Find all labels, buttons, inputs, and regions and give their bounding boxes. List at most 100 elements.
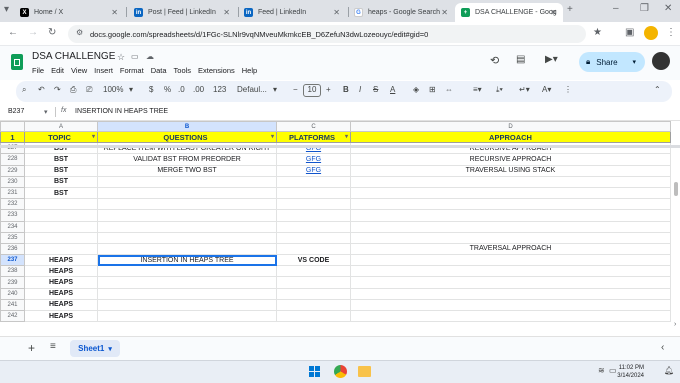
row-header[interactable]: 231 — [0, 186, 25, 200]
increase-decimal-button[interactable]: .00 — [193, 85, 204, 94]
cell-question[interactable] — [97, 265, 277, 278]
menu-data[interactable]: Data — [151, 66, 167, 75]
chevron-down-icon[interactable]: ▾ — [632, 58, 636, 66]
select-all-corner[interactable] — [0, 121, 25, 132]
address-bar[interactable]: ⚙ docs.google.com/spreadsheets/d/1FGc-SL… — [68, 25, 602, 43]
row-header[interactable]: 232 — [0, 198, 25, 211]
minimize-icon[interactable]: – — [613, 3, 619, 14]
cell-platform[interactable] — [276, 309, 351, 323]
column-header-d[interactable]: D — [350, 121, 671, 132]
number-format-button[interactable]: 123 — [213, 85, 226, 94]
cell-approach[interactable] — [350, 209, 671, 222]
cell-platform[interactable]: VS CODE — [276, 254, 351, 267]
add-sheet-icon[interactable]: + — [28, 341, 35, 355]
paint-format-icon[interactable]: ⎚ — [86, 85, 92, 95]
decrease-decimal-button[interactable]: .0 — [178, 85, 185, 94]
cell-platform[interactable] — [276, 186, 351, 200]
cell-platform[interactable] — [276, 209, 351, 222]
close-icon[interactable]: ✕ — [111, 8, 118, 17]
menu-insert[interactable]: Insert — [94, 66, 113, 75]
text-color-button[interactable]: A — [390, 85, 395, 94]
cell-question[interactable] — [97, 276, 277, 289]
cell-platform[interactable] — [276, 231, 351, 244]
font-size-input[interactable]: 10 — [303, 84, 321, 97]
comments-icon[interactable]: ▤ — [516, 54, 525, 65]
menu-view[interactable]: View — [71, 66, 87, 75]
cell-approach[interactable] — [350, 298, 671, 312]
merge-cells-icon[interactable]: ⇔ — [445, 85, 453, 94]
menu-help[interactable]: Help — [242, 66, 257, 75]
cell-topic[interactable]: BST — [24, 153, 98, 166]
fill-color-icon[interactable]: ◈ — [413, 85, 419, 94]
cell-platform[interactable] — [276, 265, 351, 278]
close-icon[interactable]: ✕ — [550, 8, 557, 17]
cell-approach[interactable] — [350, 309, 671, 323]
document-title[interactable]: DSA CHALLENGE — [32, 51, 115, 62]
menu-extensions[interactable]: Extensions — [198, 66, 235, 75]
search-menus-icon[interactable]: ⌕ — [22, 85, 26, 95]
cell-question[interactable]: MERGE TWO BST — [97, 164, 277, 177]
star-icon[interactable]: ☆ — [117, 52, 125, 63]
cell-question[interactable] — [97, 287, 277, 300]
filter-icon[interactable]: ▾ — [92, 133, 95, 140]
column-header-c[interactable]: C — [276, 121, 351, 132]
row-header[interactable]: 230 — [0, 175, 25, 188]
sheets-logo-icon[interactable] — [11, 54, 23, 70]
browser-tab-google-search[interactable]: G heaps - Google Search ✕ — [348, 3, 454, 22]
maximize-icon[interactable]: ❐ — [640, 3, 649, 14]
cell-question[interactable]: INSERTION IN HEAPS TREE — [97, 254, 277, 267]
header-cell-approach[interactable]: APPROACH — [350, 130, 671, 144]
text-rotation-icon[interactable]: A▾ — [542, 85, 551, 94]
chevron-down-icon[interactable]: ▾ — [108, 345, 112, 353]
notification-bell-icon[interactable]: 🔔︎ — [664, 366, 674, 375]
browser-menu-icon[interactable]: ⋮ — [666, 27, 676, 38]
font-select[interactable]: Defaul... — [237, 85, 267, 94]
cell-platform[interactable]: GFG — [276, 164, 351, 177]
site-info-icon[interactable]: ⚙ — [76, 28, 83, 37]
cell-question[interactable] — [97, 220, 277, 233]
cell-topic[interactable]: BST — [24, 175, 98, 188]
borders-icon[interactable]: ⊞ — [429, 85, 436, 94]
cell-topic[interactable]: BST — [24, 164, 98, 177]
chevron-down-icon[interactable]: ▾ — [273, 85, 277, 94]
row-header[interactable]: 229 — [0, 164, 25, 177]
browser-tab-dsa-challenge[interactable]: + DSA CHALLENGE - Goog ✕ — [455, 3, 563, 22]
cell-question[interactable] — [97, 175, 277, 188]
windows-start-icon[interactable] — [309, 366, 320, 377]
clock[interactable]: 11:02 PM 3/14/2024 — [617, 364, 644, 380]
row-header[interactable]: 235 — [0, 231, 25, 244]
cell-question[interactable] — [97, 231, 277, 244]
row-header[interactable]: 234 — [0, 220, 25, 233]
cell-platform[interactable] — [276, 175, 351, 188]
cell-question[interactable] — [97, 242, 277, 256]
menu-tools[interactable]: Tools — [174, 66, 192, 75]
cell-topic[interactable] — [24, 209, 98, 222]
font-size-increase-button[interactable]: + — [326, 85, 331, 94]
cell-platform[interactable] — [276, 220, 351, 233]
vertical-align-icon[interactable]: ⤓▾ — [496, 85, 503, 95]
cell-topic[interactable]: HEAPS — [24, 298, 98, 312]
cell-topic[interactable] — [24, 198, 98, 211]
history-icon[interactable]: ⟲ — [490, 54, 499, 67]
window-close-icon[interactable]: ✕ — [664, 3, 672, 14]
close-icon[interactable]: ✕ — [333, 8, 340, 17]
back-icon[interactable]: ← — [8, 27, 18, 38]
cell-question[interactable] — [97, 298, 277, 312]
cell-approach[interactable]: TRAVERSAL APPROACH — [350, 242, 671, 256]
cell-topic[interactable]: HEAPS — [24, 276, 98, 289]
cell-topic[interactable]: HEAPS — [24, 287, 98, 300]
cell-topic[interactable]: HEAPS — [24, 254, 98, 267]
cell-question[interactable] — [97, 186, 277, 200]
cell-approach[interactable] — [350, 276, 671, 289]
cell-question[interactable] — [97, 209, 277, 222]
bookmark-star-icon[interactable]: ★ — [593, 27, 602, 38]
row-header[interactable]: 238 — [0, 265, 25, 278]
freeze-divider[interactable] — [0, 145, 680, 148]
close-icon[interactable]: ✕ — [441, 8, 448, 17]
cell-topic[interactable]: BST — [24, 186, 98, 200]
cell-approach[interactable]: TRAVERSAL USING STACK — [350, 164, 671, 177]
redo-icon[interactable]: ↷ — [54, 85, 61, 94]
chevron-down-icon[interactable]: ▾ — [129, 85, 133, 94]
sheet-tab-active[interactable]: Sheet1 ▾ — [70, 340, 120, 357]
horizontal-align-icon[interactable]: ≡▾ — [473, 85, 482, 94]
